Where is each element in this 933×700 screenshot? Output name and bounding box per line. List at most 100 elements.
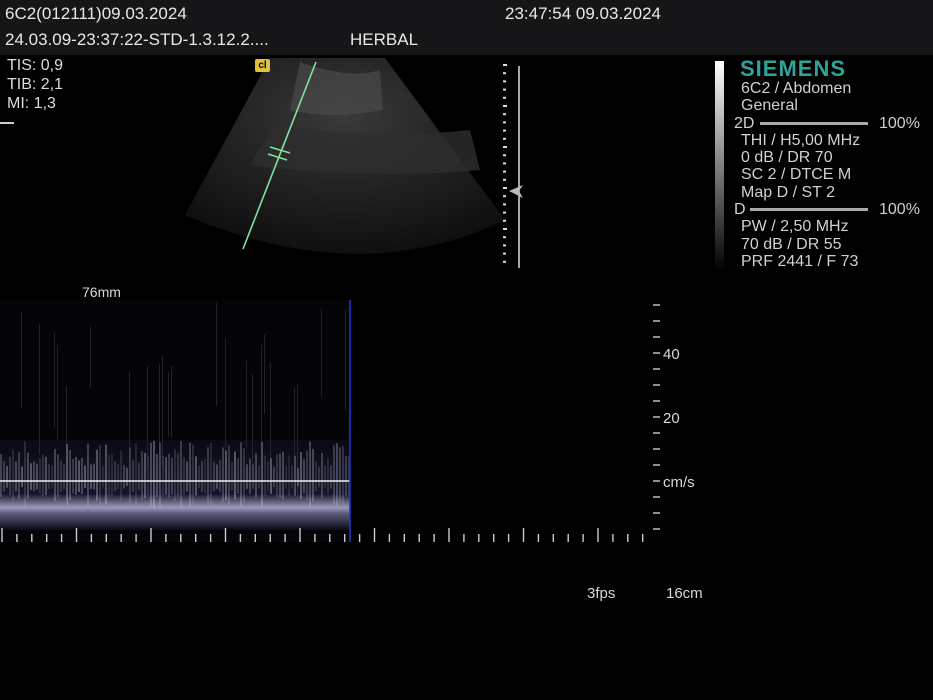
spectrum-streak bbox=[93, 463, 95, 490]
spectrum-streak bbox=[135, 443, 137, 506]
spectrum-streak bbox=[210, 442, 212, 507]
spectrum-streak bbox=[249, 458, 251, 494]
spectrum-streak bbox=[198, 465, 200, 488]
focus-marker-icon[interactable] bbox=[509, 185, 523, 198]
spectrum-noise bbox=[171, 365, 172, 439]
depth-dot bbox=[503, 203, 506, 206]
spectrum-streak bbox=[294, 455, 296, 496]
spectrum-streak bbox=[48, 464, 50, 490]
depth-dot bbox=[503, 137, 506, 140]
spectrum-noise bbox=[21, 312, 22, 408]
spectrum-streak bbox=[33, 461, 35, 492]
param-line-6: 70 dB / DR 55 bbox=[741, 236, 842, 253]
spectrum-streak bbox=[0, 454, 2, 497]
depth-dot bbox=[503, 105, 507, 107]
spectrum-streak bbox=[192, 444, 194, 505]
brand-logo: SIEMENS bbox=[740, 56, 847, 81]
param-line-1: THI / H5,00 MHz bbox=[741, 132, 861, 149]
spectrum-streak bbox=[165, 457, 167, 495]
spectrum-streak bbox=[321, 453, 323, 498]
spectrum-streak bbox=[312, 448, 314, 502]
spectrum-streak bbox=[234, 451, 236, 500]
spectrum-noise bbox=[270, 361, 271, 465]
depth-dot bbox=[503, 88, 506, 91]
spectrum-streak bbox=[291, 465, 293, 489]
spectrum-streak bbox=[174, 449, 176, 502]
depth-dot bbox=[503, 170, 506, 173]
mode-2d-divider bbox=[760, 122, 868, 125]
spectrum-streak bbox=[327, 458, 329, 494]
param-line-2: 0 dB / DR 70 bbox=[741, 149, 833, 166]
spectrum-streak bbox=[63, 464, 65, 489]
spectrum-noise bbox=[261, 344, 262, 475]
depth-dot bbox=[503, 211, 506, 214]
spectrum-streak bbox=[237, 458, 239, 494]
spectrum-streak bbox=[99, 444, 101, 505]
spectrum-streak bbox=[276, 454, 278, 497]
spectrum-noise bbox=[345, 310, 346, 411]
spectrum-streak bbox=[243, 448, 245, 502]
spectrum-streak bbox=[9, 456, 11, 496]
spectrum-noise bbox=[54, 332, 55, 428]
depth-dot bbox=[503, 219, 506, 222]
spectrum-noise bbox=[252, 374, 253, 477]
mode-2d-label: 2D bbox=[734, 115, 755, 132]
spectrum-noise bbox=[39, 323, 40, 455]
spectrum-streak bbox=[288, 455, 290, 497]
spectrum-streak bbox=[222, 447, 224, 503]
depth-dot bbox=[503, 121, 506, 124]
grayscale-bar bbox=[715, 61, 724, 271]
spectrum-streak bbox=[156, 454, 158, 498]
depth-dot bbox=[503, 178, 506, 181]
mode-d-label: D bbox=[734, 201, 746, 218]
spectrum-streak bbox=[144, 452, 146, 499]
spectrum-streak bbox=[183, 457, 185, 495]
param-line-3: SC 2 / DTCE M bbox=[741, 166, 852, 183]
preset-line-2: General bbox=[741, 97, 798, 114]
spectrum-streak bbox=[336, 443, 338, 506]
spectrum-streak bbox=[282, 451, 284, 500]
param-line-7: PRF 2441 / F 73 bbox=[741, 253, 859, 270]
spectrum-streak bbox=[132, 460, 134, 493]
spectrum-streak bbox=[186, 461, 188, 492]
spectrum-streak bbox=[180, 441, 182, 508]
spectrum-streak bbox=[255, 453, 257, 498]
spectrum-streak bbox=[57, 454, 59, 498]
spectrum-streak bbox=[228, 445, 230, 504]
spectrum-streak bbox=[114, 461, 116, 492]
spectrum-streak bbox=[111, 454, 113, 497]
spectrum-streak bbox=[69, 450, 71, 501]
spectrum-streak bbox=[18, 452, 20, 499]
spectrum-noise bbox=[264, 334, 265, 415]
spectrum-noise bbox=[162, 355, 163, 468]
spectrum-noise bbox=[168, 372, 169, 437]
bmode-sector[interactable] bbox=[185, 58, 505, 254]
spectrum-noise bbox=[147, 366, 148, 467]
spectrum-streak bbox=[6, 465, 8, 488]
spectrum-streak bbox=[30, 463, 32, 490]
velocity-label-20: 20 bbox=[663, 410, 680, 427]
spectrum-streak bbox=[153, 440, 155, 508]
spectrum-streak bbox=[108, 454, 110, 498]
frame-rate-label: 3fps bbox=[587, 585, 616, 602]
depth-dot bbox=[503, 154, 506, 157]
spectrum-streak bbox=[12, 449, 14, 501]
spectrum-streak bbox=[84, 465, 86, 489]
spectrum-streak bbox=[318, 466, 320, 488]
spectrum-streak bbox=[195, 456, 197, 496]
spectrum-streak bbox=[330, 465, 332, 489]
spectrum-streak bbox=[15, 461, 17, 492]
mode-2d-percent: 100% bbox=[879, 115, 920, 132]
spectrum-streak bbox=[117, 464, 119, 490]
spectrum-noise bbox=[297, 384, 298, 505]
depth-dot bbox=[503, 80, 506, 83]
spectrum-streak bbox=[342, 446, 344, 504]
clip-badge-icon: cl bbox=[255, 59, 270, 72]
param-line-4: Map D / ST 2 bbox=[741, 184, 835, 201]
spectrum-streak bbox=[24, 441, 26, 508]
spectrum-streak bbox=[264, 455, 266, 496]
depth-dot bbox=[503, 187, 507, 189]
depth-scale bbox=[503, 64, 507, 263]
spectrum-streak bbox=[150, 442, 152, 507]
spectrum-streak bbox=[141, 451, 143, 500]
